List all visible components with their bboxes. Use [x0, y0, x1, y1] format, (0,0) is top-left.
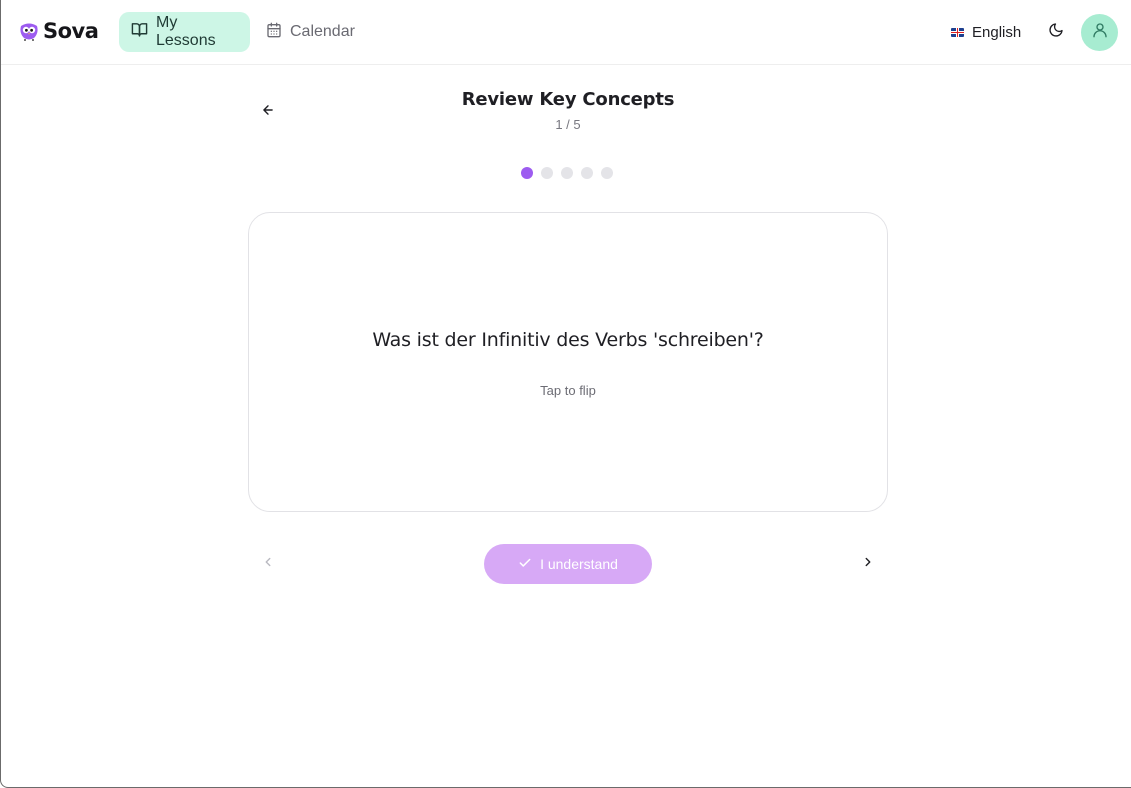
user-icon — [1091, 21, 1109, 44]
book-open-icon — [131, 21, 148, 43]
progress-dot — [601, 167, 613, 179]
moon-icon — [1048, 22, 1064, 43]
back-button[interactable] — [257, 101, 279, 123]
app-window: Sova My Lessons Calendar English Review … — [0, 0, 1131, 788]
next-card-button[interactable] — [857, 553, 879, 575]
top-navigation-bar: Sova My Lessons Calendar English — [1, 0, 1131, 65]
flashcard[interactable]: Was ist der Infinitiv des Verbs 'schreib… — [248, 212, 888, 512]
theme-toggle-button[interactable] — [1045, 21, 1067, 43]
uk-flag-icon — [951, 27, 964, 37]
nav-my-lessons[interactable]: My Lessons — [119, 12, 250, 52]
progress-dot — [521, 167, 533, 179]
arrow-left-icon — [261, 103, 275, 122]
check-icon — [518, 556, 532, 573]
previous-card-button[interactable] — [257, 553, 279, 575]
nav-my-lessons-label: My Lessons — [156, 14, 216, 49]
nav-calendar-label: Calendar — [290, 23, 355, 40]
owl-logo-icon — [18, 20, 40, 42]
language-label: English — [972, 23, 1022, 41]
progress-dots — [521, 167, 613, 180]
language-selector[interactable]: English — [951, 21, 1021, 43]
calendar-icon — [266, 22, 282, 43]
flashcard-question: Was ist der Infinitiv des Verbs 'schreib… — [372, 329, 764, 351]
logo[interactable]: Sova — [18, 19, 99, 43]
flashcard-hint: Tap to flip — [540, 383, 596, 398]
chevron-right-icon — [861, 555, 875, 574]
i-understand-label: I understand — [540, 556, 618, 572]
user-avatar-button[interactable] — [1081, 14, 1118, 51]
i-understand-button[interactable]: I understand — [484, 544, 652, 584]
card-counter: 1 / 5 — [555, 117, 581, 132]
nav-calendar[interactable]: Calendar — [254, 12, 372, 52]
progress-dot — [581, 167, 593, 179]
progress-dot — [541, 167, 553, 179]
logo-text: Sova — [43, 19, 99, 43]
chevron-left-icon — [261, 555, 275, 574]
page-title: Review Key Concepts — [461, 89, 675, 110]
progress-dot — [561, 167, 573, 179]
